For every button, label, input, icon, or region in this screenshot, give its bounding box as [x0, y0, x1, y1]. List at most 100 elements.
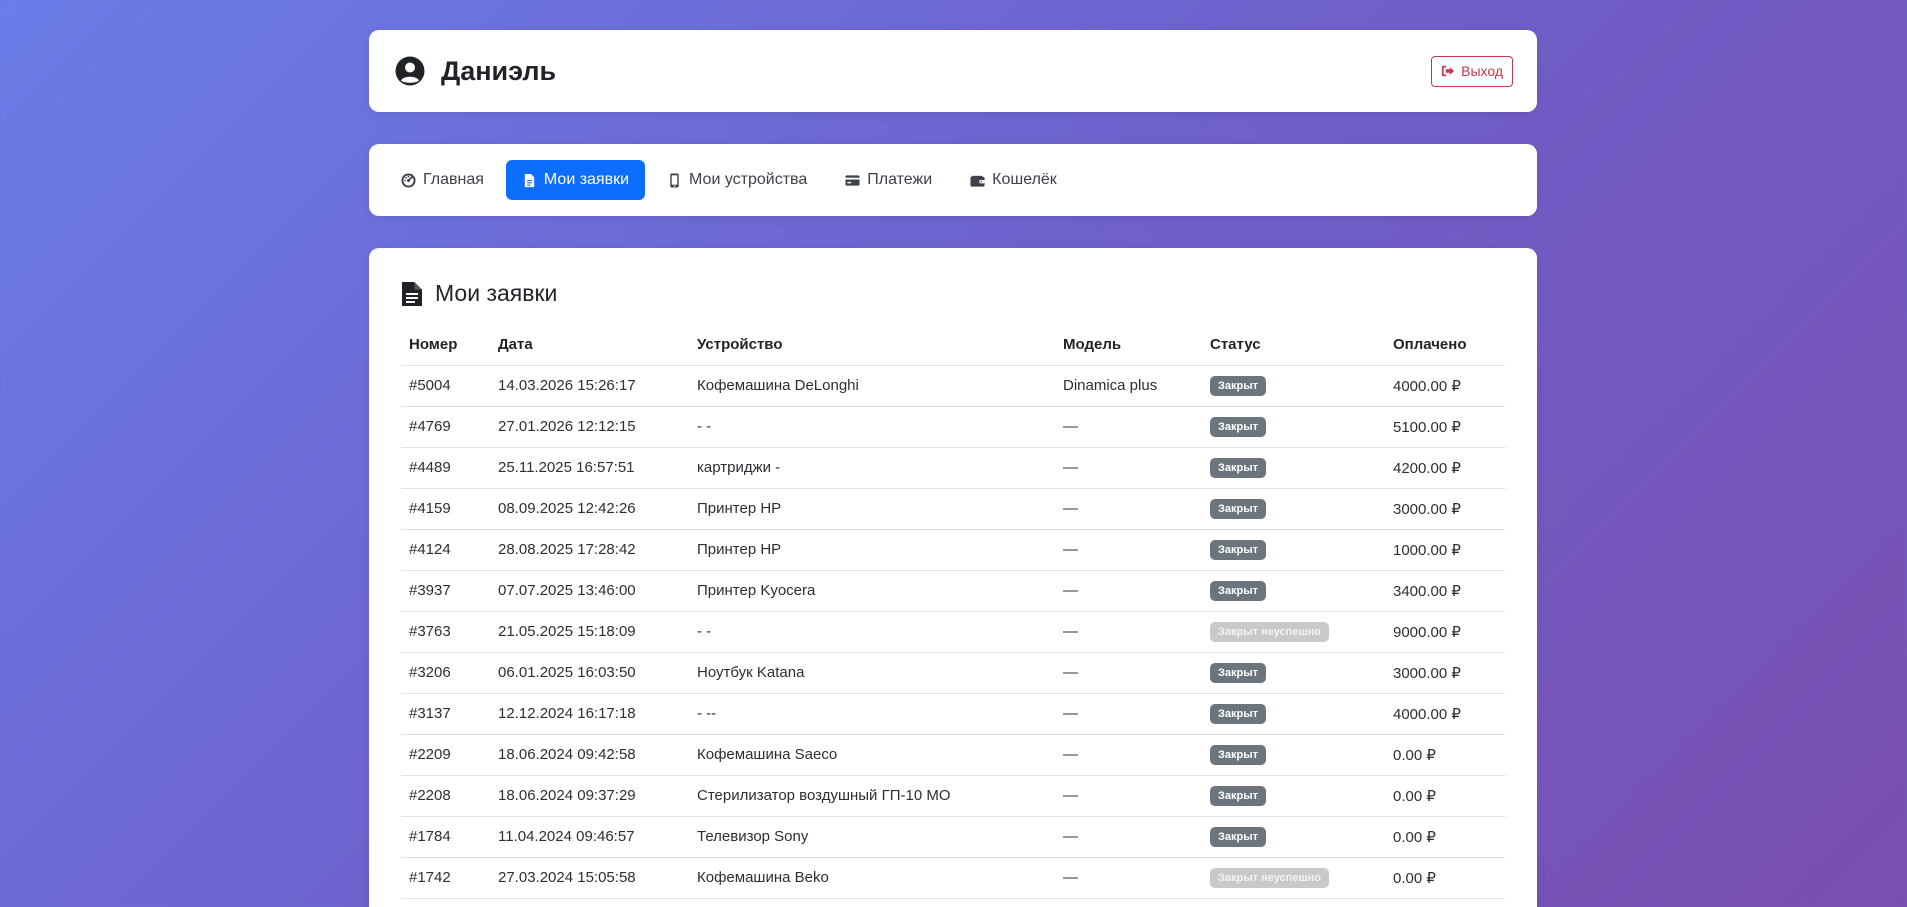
cell-date: 27.03.2024 15:05:58: [490, 857, 689, 899]
table-row[interactable]: #4124 28.08.2025 17:28:42 Принтер HP — Закры…: [401, 529, 1505, 571]
table-row[interactable]: #3206 06.01.2025 16:03:50 Ноутбук Katana — З…: [401, 652, 1505, 694]
nav-label: Мои устройства: [689, 171, 808, 188]
nav-label: Кошелёк: [992, 171, 1057, 188]
cell-model: —: [1055, 447, 1202, 489]
user-circle-icon: [395, 56, 425, 86]
cell-model: —: [1055, 406, 1202, 448]
main-nav: Главная Мои заявки Мои устройства Платеж…: [369, 144, 1537, 216]
column-header-status: Статус: [1202, 325, 1385, 366]
cell-date: 14.03.2026 15:26:17: [490, 365, 689, 407]
logout-icon: [1441, 64, 1455, 78]
requests-card: Мои заявки Номер Дата Устройство Модель …: [369, 248, 1537, 907]
column-header-model: Модель: [1055, 325, 1202, 366]
status-badge: Закрыт: [1210, 539, 1267, 560]
cell-date: 07.07.2025 13:46:00: [490, 570, 689, 612]
cell-model: —: [1055, 652, 1202, 694]
requests-table: Номер Дата Устройство Модель Статус Опла…: [401, 325, 1505, 899]
cell-status: Закрыт: [1202, 775, 1385, 817]
cell-model: —: [1055, 816, 1202, 858]
nav-item-payments[interactable]: Платежи: [829, 160, 948, 200]
nav-item-home[interactable]: Главная: [385, 160, 500, 200]
cell-model: —: [1055, 529, 1202, 571]
cell-model: Dinamica plus: [1055, 365, 1202, 407]
table-row[interactable]: #5004 14.03.2026 15:26:17 Кофемашина DeLon…: [401, 365, 1505, 407]
table-row[interactable]: #3937 07.07.2025 13:46:00 Принтер Kyocera —…: [401, 570, 1505, 612]
cell-status: Закрыт: [1202, 365, 1385, 407]
table-row[interactable]: #3137 12.12.2024 16:17:18- -- — Закрыт 4000.…: [401, 693, 1505, 735]
table-row[interactable]: #4489 25.11.2025 16:57:51 картриджи - — Закр…: [401, 447, 1505, 489]
cell-paid: 4000.00 ₽: [1385, 693, 1505, 735]
page-title: Мои заявки: [435, 280, 558, 306]
cell-status: Закрыт: [1202, 570, 1385, 612]
cell-date: 28.08.2025 17:28:42: [490, 529, 689, 571]
column-header-paid: Оплачено: [1385, 325, 1505, 366]
status-badge: Закрыт: [1210, 744, 1267, 765]
cell-device: - -: [689, 406, 1055, 448]
nav-label: Платежи: [867, 171, 933, 188]
status-badge: Закрыт: [1210, 457, 1267, 478]
cell-paid: 3000.00 ₽: [1385, 652, 1505, 694]
user-block: Даниэль: [395, 56, 556, 87]
mobile-icon: [667, 172, 682, 188]
table-row[interactable]: #4159 08.09.2025 12:42:26 Принтер HP — Закры…: [401, 488, 1505, 530]
status-badge: Закрыт: [1210, 785, 1267, 806]
column-header-device: Устройство: [689, 325, 1055, 366]
cell-device: - --: [689, 693, 1055, 735]
status-badge: Закрыт: [1210, 662, 1267, 683]
cell-status: Закрыт: [1202, 406, 1385, 448]
table-row[interactable]: #1742 27.03.2024 15:05:58 Кофемашина Beko —…: [401, 857, 1505, 899]
status-badge: Закрыт неуспешно: [1210, 867, 1329, 888]
cell-device: Телевизор Sony: [689, 816, 1055, 858]
status-badge: Закрыт: [1210, 826, 1267, 847]
table-row[interactable]: #1784 11.04.2024 09:46:57 Телевизор Sony — З…: [401, 816, 1505, 858]
cell-device: картриджи -: [689, 447, 1055, 489]
cell-status: Закрыт: [1202, 734, 1385, 776]
cell-paid: 0.00 ₽: [1385, 857, 1505, 899]
cell-status: Закрыт неуспешно: [1202, 611, 1385, 653]
cell-status: Закрыт неуспешно: [1202, 857, 1385, 899]
cell-status: Закрыт: [1202, 652, 1385, 694]
cell-model: —: [1055, 488, 1202, 530]
table-row[interactable]: #2209 18.06.2024 09:42:58 Кофемашина Saeco…: [401, 734, 1505, 776]
table-row[interactable]: #2208 18.06.2024 09:37:29 Стерилизатор воз…: [401, 775, 1505, 817]
table-row[interactable]: #3763 21.05.2025 15:18:09- - — Закрыт неусп…: [401, 611, 1505, 653]
file-icon: [522, 173, 537, 188]
cell-status: Закрыт: [1202, 529, 1385, 571]
nav-label: Мои заявки: [543, 171, 630, 188]
status-badge: Закрыт неуспешно: [1210, 621, 1329, 642]
cell-date: 12.12.2024 16:17:18: [490, 693, 689, 735]
cell-device: Принтер HP: [689, 488, 1055, 530]
cell-number: #5004: [401, 365, 490, 407]
cell-number: #1784: [401, 816, 490, 858]
logout-button[interactable]: Выход: [1431, 55, 1513, 87]
table-row[interactable]: #4769 27.01.2026 12:12:15- - — Закрыт 5100.0…: [401, 406, 1505, 448]
cell-model: —: [1055, 734, 1202, 776]
credit-card-icon: [845, 173, 860, 188]
cell-device: - -: [689, 611, 1055, 653]
status-badge: Закрыт: [1210, 703, 1267, 724]
column-header-number: Номер: [401, 325, 490, 366]
nav-item-my-devices[interactable]: Мои устройства: [651, 160, 823, 200]
cell-date: 18.06.2024 09:37:29: [490, 775, 689, 817]
cell-number: #3937: [401, 570, 490, 612]
column-header-date: Дата: [490, 325, 689, 366]
cell-status: Закрыт: [1202, 488, 1385, 530]
cell-number: #1742: [401, 857, 490, 899]
status-badge: Закрыт: [1210, 416, 1267, 437]
cell-device: Кофемашина Saeco: [689, 734, 1055, 776]
file-icon: [401, 281, 423, 307]
cell-number: #4124: [401, 529, 490, 571]
cell-number: #2209: [401, 734, 490, 776]
cell-number: #3206: [401, 652, 490, 694]
cell-device: Ноутбук Katana: [689, 652, 1055, 694]
cell-number: #4489: [401, 447, 490, 489]
nav-item-my-requests[interactable]: Мои заявки: [505, 160, 646, 200]
cell-paid: 0.00 ₽: [1385, 734, 1505, 776]
wallet-icon: [970, 173, 985, 188]
cell-paid: 4200.00 ₽: [1385, 447, 1505, 489]
logout-label: Выход: [1461, 63, 1503, 79]
cell-paid: 1000.00 ₽: [1385, 529, 1505, 571]
cell-date: 06.01.2025 16:03:50: [490, 652, 689, 694]
nav-item-wallet[interactable]: Кошелёк: [954, 160, 1073, 200]
cell-number: #3763: [401, 611, 490, 653]
